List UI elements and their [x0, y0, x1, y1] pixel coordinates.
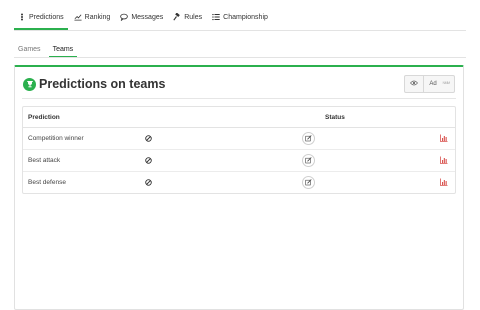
panel-title: Predictions on teams — [39, 77, 166, 91]
nav-label: Ranking — [84, 13, 111, 21]
nav-rules[interactable]: Rules — [169, 10, 206, 30]
gavel-icon — [173, 13, 181, 21]
header-prediction: Prediction — [28, 113, 60, 121]
subtabs-divider — [14, 57, 466, 58]
edit-button[interactable] — [302, 154, 315, 167]
table-row: Best defense — [23, 172, 455, 193]
table-header: Prediction Status — [23, 107, 455, 128]
chart-line-icon — [74, 13, 82, 21]
ban-icon — [145, 157, 152, 164]
sub-tabs: Games Teams — [14, 38, 81, 58]
prediction-name: Competition winner — [28, 135, 84, 142]
nav-label: Predictions — [29, 13, 64, 21]
table-row: Best attack — [23, 150, 455, 172]
ad-info: ᴺᴹᴹ — [442, 81, 450, 87]
ticket-icon — [18, 13, 26, 21]
header-status: Status — [325, 113, 345, 121]
nav-label: Championship — [223, 13, 268, 21]
eye-icon — [410, 80, 419, 88]
prediction-name: Best attack — [28, 157, 61, 164]
nav-divider — [14, 30, 466, 31]
stats-icon[interactable] — [440, 156, 448, 164]
nav-ranking[interactable]: Ranking — [70, 10, 115, 30]
prediction-name: Best defense — [28, 179, 66, 186]
nav-championship[interactable]: Championship — [208, 10, 272, 30]
edit-icon — [305, 135, 312, 142]
header-divider — [22, 98, 456, 99]
list-icon — [212, 13, 220, 21]
chat-icon — [120, 13, 129, 21]
ad-button[interactable]: Ad — [424, 76, 440, 92]
trophy-icon — [23, 77, 36, 91]
ban-icon — [145, 135, 152, 142]
table-row: Competition winner — [23, 128, 455, 150]
main-nav: Predictions Ranking Messages Rules Champ… — [14, 8, 274, 30]
panel-tools: Ad ᴺᴹᴹ — [404, 75, 455, 93]
stats-icon[interactable] — [440, 134, 448, 142]
nav-messages[interactable]: Messages — [116, 10, 167, 30]
predictions-panel: Predictions on teams Ad ᴺᴹᴹ Prediction S… — [14, 65, 464, 310]
stats-icon[interactable] — [440, 178, 448, 186]
nav-predictions[interactable]: Predictions — [14, 10, 68, 30]
nav-label: Rules — [184, 13, 203, 21]
ban-icon — [145, 179, 152, 186]
edit-icon — [305, 157, 312, 164]
edit-button[interactable] — [302, 132, 315, 145]
edit-button[interactable] — [302, 176, 315, 189]
edit-icon — [305, 179, 312, 186]
predictions-table: Prediction Status Competition winner Bes… — [22, 106, 456, 194]
nav-label: Messages — [131, 13, 164, 21]
panel-header: Predictions on teams Ad ᴺᴹᴹ — [23, 73, 455, 95]
view-toggle-button[interactable] — [405, 76, 425, 92]
